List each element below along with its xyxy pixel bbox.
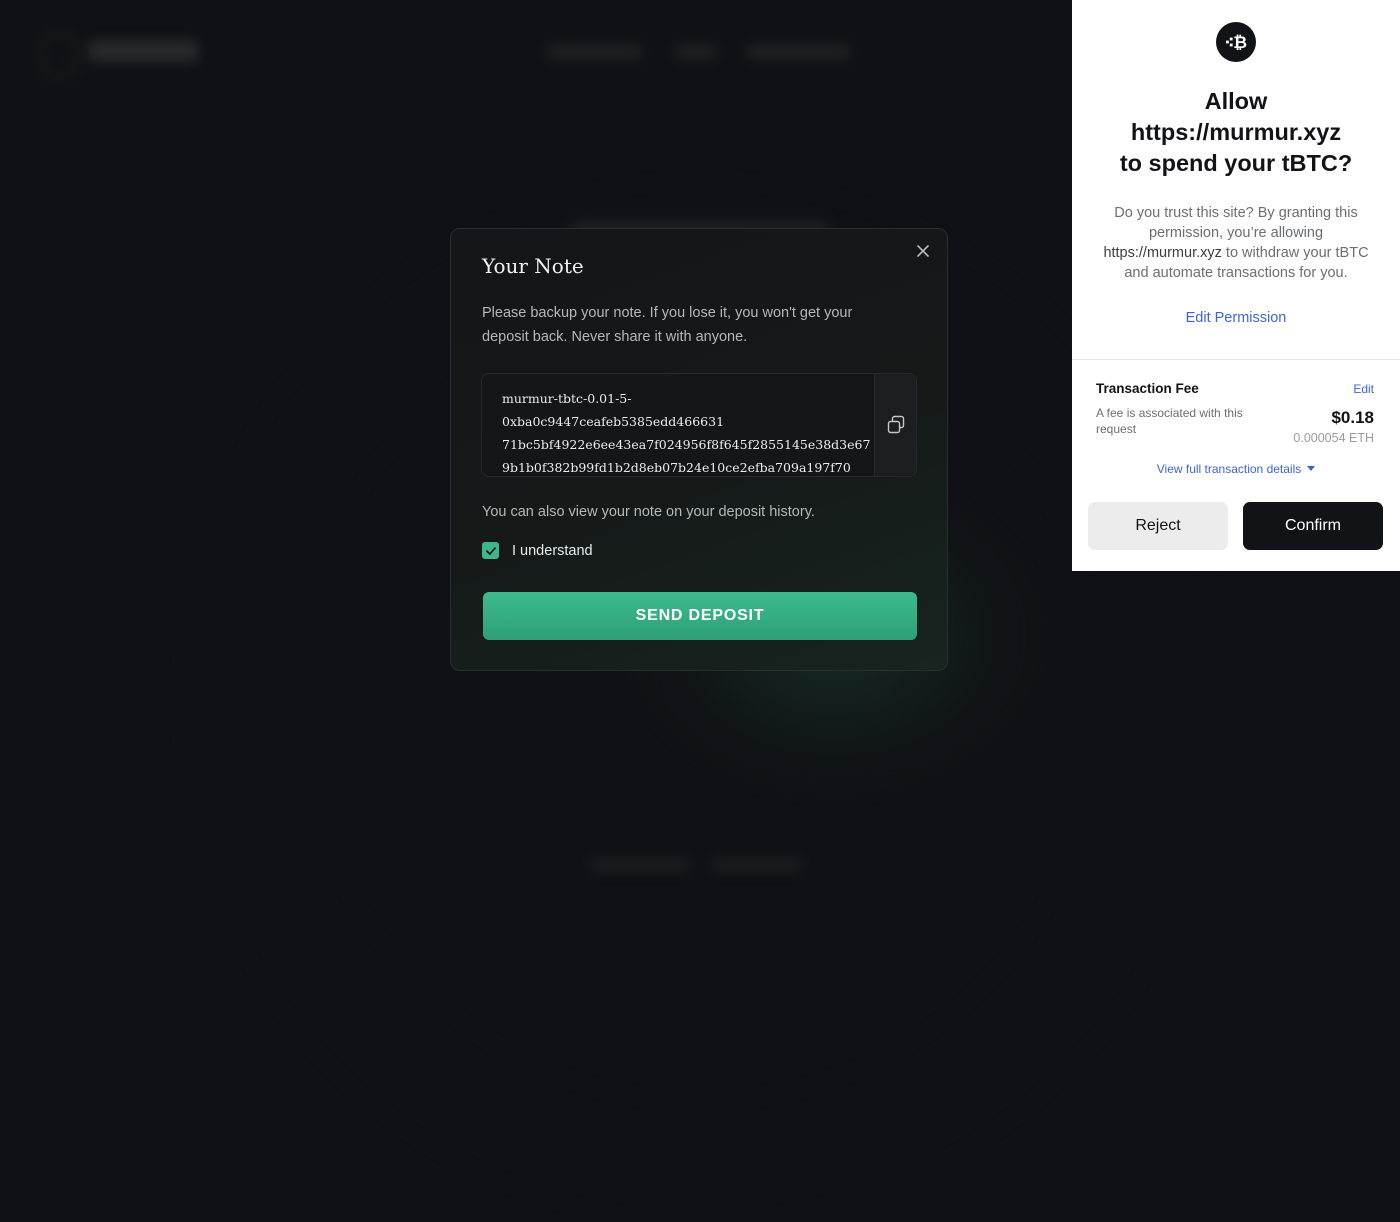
- checkmark-icon: [485, 546, 496, 555]
- background-footer-item: [590, 858, 690, 872]
- fee-edit-link[interactable]: Edit: [1353, 382, 1374, 396]
- wallet-title: Allow https://murmur.xyz to spend your t…: [1072, 86, 1400, 179]
- note-line: 9b1b0f382b99fd1b2d8eb07b24e10ce2efba709a…: [502, 460, 851, 475]
- wallet-title-line: Allow: [1204, 88, 1268, 114]
- bitcoin-icon: ₿: [1226, 33, 1247, 53]
- chevron-down-icon: [1307, 466, 1316, 471]
- description-site: https://murmur.xyz: [1103, 245, 1222, 261]
- modal-title: Your Note: [482, 254, 584, 278]
- understand-checkbox[interactable]: [482, 542, 499, 559]
- background-logo-icon: [40, 34, 76, 76]
- checkbox-label: I understand: [512, 542, 593, 559]
- wallet-logo: ₿: [1216, 22, 1256, 62]
- note-box: murmur-tbtc-0.01-5-0xba0c9447ceafeb5385e…: [481, 373, 917, 477]
- view-details-link[interactable]: View full transaction details: [1072, 462, 1400, 476]
- fee-eth: 0.000054 ETH: [1293, 431, 1374, 445]
- fee-title: Transaction Fee: [1096, 381, 1199, 396]
- history-text: You can also view your note on your depo…: [482, 504, 815, 520]
- close-button[interactable]: [913, 241, 933, 261]
- background-nav-item: [548, 44, 642, 60]
- copy-button[interactable]: [874, 374, 916, 476]
- background-nav-item: [746, 44, 850, 60]
- view-details-label: View full transaction details: [1156, 462, 1302, 476]
- divider: [1072, 359, 1400, 360]
- wallet-description: Do you trust this site? By granting this…: [1094, 203, 1378, 283]
- wallet-title-line: https://murmur.xyz: [1130, 119, 1342, 145]
- note-text[interactable]: murmur-tbtc-0.01-5-0xba0c9447ceafeb5385e…: [502, 387, 871, 476]
- understand-checkbox-row[interactable]: I understand: [482, 542, 593, 559]
- note-line: 71bc5bf4922e6ee43ea7f024956f8f645f285514…: [502, 437, 871, 452]
- send-deposit-button[interactable]: SEND DEPOSIT: [483, 592, 917, 640]
- confirm-button[interactable]: Confirm: [1243, 502, 1383, 550]
- background-nav-item: [676, 44, 716, 60]
- fee-usd: $0.18: [1331, 408, 1374, 427]
- description-text: Do you trust this site? By granting this…: [1114, 205, 1358, 241]
- copy-icon: [887, 415, 904, 434]
- wallet-title-line: to spend your tBTC?: [1119, 150, 1353, 176]
- svg-text:₿: ₿: [1233, 33, 1247, 53]
- background-logo-text: [88, 40, 198, 62]
- fee-description: A fee is associated with this request: [1096, 406, 1243, 436]
- wallet-panel: ₿ Allow https://murmur.xyz to spend your…: [1072, 0, 1400, 571]
- reject-button[interactable]: Reject: [1088, 502, 1228, 550]
- edit-permission-link[interactable]: Edit Permission: [1072, 310, 1400, 326]
- close-icon: [917, 245, 929, 257]
- note-modal: Your Note Please backup your note. If yo…: [450, 228, 948, 671]
- note-line: murmur-tbtc-0.01-5-0xba0c9447ceafeb5385e…: [502, 391, 725, 429]
- modal-description: Please backup your note. If you lose it,…: [482, 305, 853, 345]
- background-footer-item: [712, 858, 802, 872]
